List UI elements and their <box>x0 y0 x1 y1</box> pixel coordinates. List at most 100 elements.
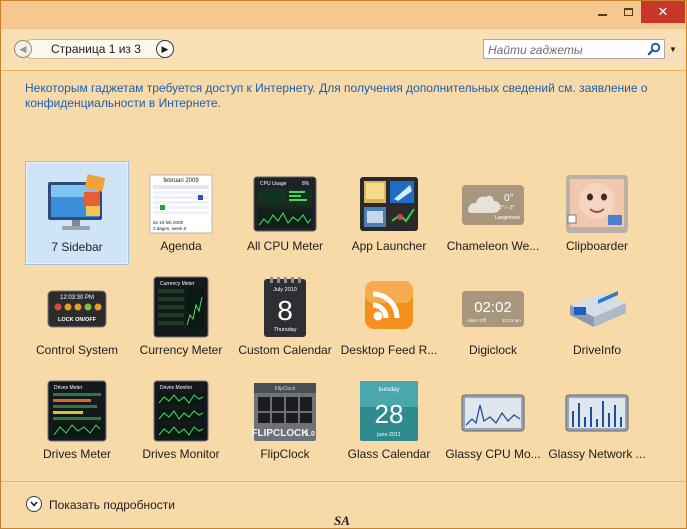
currency-meter-icon: Currency Meter <box>153 276 209 338</box>
gadget-tile[interactable]: July 2010 8 Thursday Custom Calendar <box>233 265 337 369</box>
minimize-button[interactable] <box>589 1 615 23</box>
chevron-down-icon: ▼ <box>669 44 677 54</box>
drives-meter-icon: Drives Meter <box>47 380 107 442</box>
glassy-network-icon <box>565 394 629 432</box>
toolbar: ◀ Страница 1 из 3 ▶ ▼ <box>1 29 686 71</box>
weather-place: Langemark <box>495 215 521 221</box>
gadget-label: Glassy CPU Mo... <box>445 447 541 461</box>
gadget-tile[interactable]: februari 2009 do 19 feb 2009 3 dagen, we… <box>129 161 233 265</box>
cpu-title: CPU Usage <box>260 181 287 187</box>
gadget-tile[interactable]: Glassy Network ... <box>545 369 649 473</box>
control-time: 12:03:30 PM <box>60 295 94 301</box>
gadget-tile[interactable]: tuesday 28 june 2011 Glass Calendar <box>337 369 441 473</box>
gadget-gallery-window: ✕ ◀ Страница 1 из 3 ▶ ▼ Некоторым гаджет… <box>0 0 687 529</box>
gadget-tile[interactable]: Drives Meter Drives Meter <box>25 369 129 473</box>
gadget-tile[interactable]: FlipClock FLIPCLOCK 1.0 FlipClock <box>233 369 337 473</box>
gadget-label: FlipClock <box>260 447 310 461</box>
glass-weekday: tuesday <box>378 387 399 393</box>
search-icon[interactable] <box>647 42 661 56</box>
agenda-footer: do 19 feb 2009 <box>153 220 184 225</box>
internet-privacy-notice[interactable]: Некоторым гаджетам требуется доступ к Ин… <box>25 81 655 111</box>
gadget-label: DriveInfo <box>572 343 622 357</box>
gadget-label: Drives Monitor <box>142 447 220 461</box>
glass-day: 28 <box>375 399 404 429</box>
search-box <box>483 39 665 59</box>
currency-title: Currency Meter <box>160 281 195 287</box>
page-indicator: Страница 1 из 3 <box>51 42 141 56</box>
calendar-day: 8 <box>277 295 293 326</box>
gadget-label: Clipboarder <box>565 239 629 253</box>
gadget-label: Glass Calendar <box>347 447 431 461</box>
flipclock-version: 1.0 <box>305 431 315 438</box>
gadget-label: Chameleon We... <box>446 239 540 253</box>
flip-clock-icon: FlipClock FLIPCLOCK 1.0 <box>252 383 316 441</box>
custom-calendar-icon: July 2010 8 Thursday <box>264 277 306 337</box>
calendar-weekday: Thursday <box>274 327 297 333</box>
minimize-icon <box>597 13 607 16</box>
previous-page-button[interactable]: ◀ <box>14 40 32 58</box>
gadget-tile[interactable]: CPU Usage 8% All CPU Meter <box>233 161 337 265</box>
weather-cloud-icon: 0° 3° / -2° Langemark <box>462 185 524 225</box>
glassy-cpu-icon <box>461 394 525 432</box>
monitor-sidebar-icon <box>48 174 106 230</box>
glass-calendar-icon: tuesday 28 june 2011 <box>360 381 418 441</box>
digital-clock-icon: 02:02 Alarm Off 12:03 am <box>462 291 524 327</box>
search-input[interactable] <box>488 42 638 57</box>
gadget-tile[interactable]: Clipboarder <box>545 161 649 265</box>
gadget-label: All CPU Meter <box>246 239 323 253</box>
title-bar: ✕ <box>1 1 686 29</box>
close-icon: ✕ <box>657 4 669 19</box>
gadget-tile[interactable]: Glassy CPU Mo... <box>441 369 545 473</box>
close-button[interactable]: ✕ <box>641 1 685 23</box>
gadget-tile[interactable]: DriveInfo <box>545 265 649 369</box>
drives-monitor-title: Drives Monitor <box>160 385 193 391</box>
control-lock: LOCK ON/OFF <box>58 317 97 323</box>
chevron-left-icon: ◀ <box>19 43 27 54</box>
gadget-label: Drives Meter <box>42 447 111 461</box>
gadget-tile[interactable]: Currency Meter Currency Meter <box>129 265 233 369</box>
digiclock-secondary-time: 12:03 am <box>502 318 521 323</box>
calendar-month: July 2010 <box>273 287 297 293</box>
gadget-tile[interactable]: 12:03:30 PM LOCK ON/OFF Control System <box>25 265 129 369</box>
gadget-label: App Launcher <box>351 239 427 253</box>
next-page-button[interactable]: ▶ <box>156 40 174 58</box>
chevron-down-icon <box>30 501 38 507</box>
show-details-button[interactable] <box>26 496 42 512</box>
search-options-button[interactable]: ▼ <box>665 39 681 59</box>
maximize-icon <box>623 8 633 16</box>
cpu-percent: 8% <box>302 181 310 187</box>
gadget-tile[interactable]: 0° 3° / -2° Langemark Chameleon We... <box>441 161 545 265</box>
clipboard-photo-icon <box>566 175 628 233</box>
gadget-tile[interactable]: App Launcher <box>337 161 441 265</box>
agenda-week: 3 dagen, week 8 <box>153 226 187 231</box>
flipclock-top: FlipClock <box>275 386 296 392</box>
gadget-tile[interactable]: Desktop Feed R... <box>337 265 441 369</box>
gadget-grid: 7 Sidebar februari 2009 do 19 feb 2009 3… <box>25 161 665 473</box>
gadget-tile[interactable]: 02:02 Alarm Off 12:03 am Digiclock <box>441 265 545 369</box>
drives-monitor-icon: Drives Monitor <box>153 380 209 442</box>
calendar-agenda-icon: februari 2009 do 19 feb 2009 3 dagen, we… <box>149 174 213 234</box>
maximize-button[interactable] <box>615 1 641 23</box>
gadget-label: Currency Meter <box>139 343 223 357</box>
weather-range: 3° / -2° <box>499 205 514 211</box>
details-bar: Показать подробности SA <box>1 481 686 528</box>
gadget-tile[interactable]: Drives Monitor Drives Monitor <box>129 369 233 473</box>
gadget-label: Digiclock <box>468 343 517 357</box>
control-system-icon: 12:03:30 PM LOCK ON/OFF <box>47 290 107 328</box>
show-details-label[interactable]: Показать подробности <box>49 498 175 512</box>
glass-month: june 2011 <box>376 432 401 438</box>
watermark: SA <box>334 513 350 528</box>
gadget-label: Control System <box>35 343 119 357</box>
gadget-label: Custom Calendar <box>238 343 332 357</box>
gadget-label: Agenda <box>160 239 202 253</box>
gadget-label: Desktop Feed R... <box>340 343 438 357</box>
digiclock-alarm: Alarm Off <box>467 318 487 323</box>
flipclock-brand: FLIPCLOCK <box>252 428 309 439</box>
drives-meter-title: Drives Meter <box>54 385 83 391</box>
gadget-label: 7 Sidebar <box>51 240 103 254</box>
chevron-right-icon: ▶ <box>161 43 169 54</box>
cpu-meter-icon: CPU Usage 8% <box>253 176 317 232</box>
gadget-tile[interactable]: 7 Sidebar <box>25 161 129 265</box>
gadget-label: Glassy Network ... <box>548 447 646 461</box>
app-launcher-icon <box>360 177 418 231</box>
